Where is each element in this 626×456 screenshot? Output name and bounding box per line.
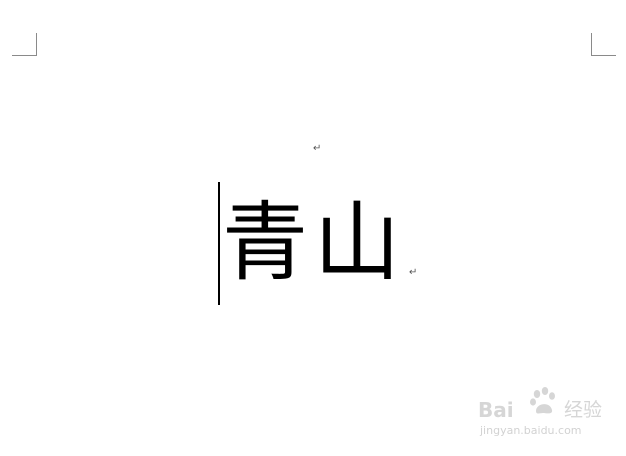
paragraph-mark-empty-line: ↵ <box>313 143 322 154</box>
watermark-site: jingyan.baidu.com <box>480 424 582 437</box>
watermark-brand-cn: 经验 <box>564 399 603 421</box>
watermark-brand: Bai <box>478 398 514 422</box>
baidu-jingyan-watermark: Bai 经验 jingyan.baidu.com <box>478 386 608 444</box>
margin-corner-top-right <box>591 33 616 56</box>
document-text[interactable]: 青山 <box>222 188 406 298</box>
watermark-brand-latin: Bai <box>478 398 514 422</box>
document-page[interactable]: ↵ 青山 ↵ Bai 经验 jingyan.baidu.com <box>0 0 626 456</box>
baidu-paw-icon <box>530 387 555 414</box>
paragraph-mark-text-line: ↵ <box>409 267 418 278</box>
margin-corner-top-left <box>12 33 37 56</box>
text-cursor <box>218 182 220 305</box>
